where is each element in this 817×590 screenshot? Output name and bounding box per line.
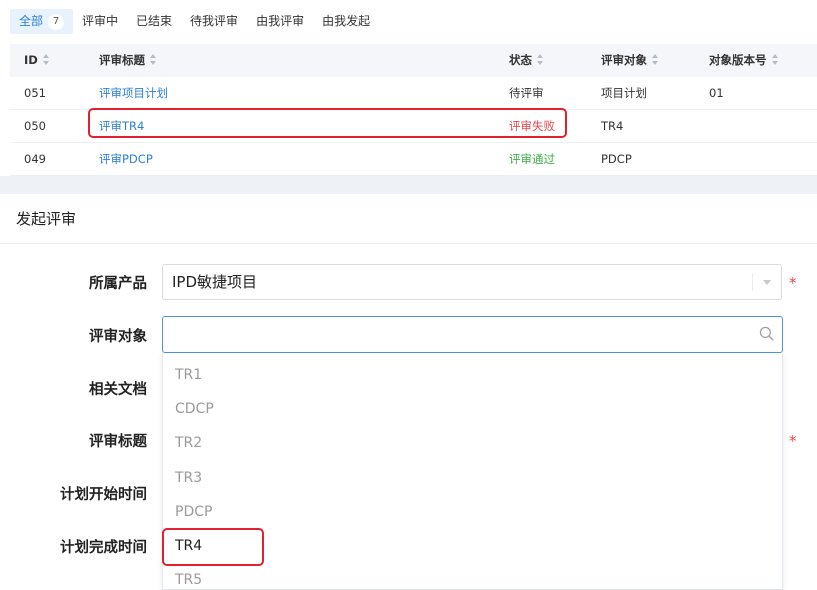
status-badge: 评审通过 (509, 152, 555, 166)
object-label: 评审对象 (89, 329, 147, 345)
sort-icon[interactable] (652, 54, 659, 65)
review-list-panel: 全部 7 评审中 已结束 待我评审 由我评审 由我发起 ID 评审标题 状态 评… (0, 0, 817, 176)
header-label: 评审对象 (601, 53, 647, 67)
dropdown-option[interactable]: TR2 (175, 433, 202, 453)
dropdown-option[interactable]: PDCP (175, 502, 212, 522)
tab-label: 评审中 (82, 14, 119, 28)
search-icon[interactable] (759, 326, 774, 341)
tab-reviewed-by-me[interactable]: 由我评审 (247, 9, 313, 34)
title-label: 评审标题 (89, 434, 147, 450)
plan-end-label: 计划完成时间 (60, 540, 147, 556)
header-label: 对象版本号 (709, 53, 767, 67)
dropdown-option[interactable]: TR3 (175, 468, 202, 488)
sort-icon[interactable] (42, 54, 50, 65)
select-separator (752, 273, 753, 291)
filter-tabs: 全部 7 评审中 已结束 待我评审 由我评审 由我发起 (10, 9, 379, 34)
column-header-status[interactable]: 状态 (509, 44, 544, 77)
tab-pending-me[interactable]: 待我评审 (181, 9, 247, 34)
table-row[interactable]: 049 评审PDCP 评审通过 PDCP (10, 143, 817, 176)
review-table: ID 评审标题 状态 评审对象 对象版本号 051 评审项目计划 待评审 项目计… (10, 44, 817, 176)
review-title-link[interactable]: 评审TR4 (99, 110, 144, 143)
product-label: 所属产品 (89, 276, 147, 292)
required-mark: * (789, 432, 797, 450)
review-title-link[interactable]: 评审项目计划 (99, 77, 168, 110)
header-label: 状态 (509, 53, 532, 67)
tab-label: 已结束 (136, 14, 173, 28)
cell-id: 050 (24, 119, 46, 133)
start-review-form: 发起评审 所属产品 IPD敏捷项目 * 评审对象 相关文档 评审标题 * 计划开… (0, 194, 817, 590)
cell-version: 01 (709, 86, 724, 100)
tab-label: 全部 (19, 14, 44, 28)
object-search-input[interactable] (162, 316, 783, 353)
product-select-value: IPD敏捷项目 (172, 273, 258, 291)
table-row[interactable]: 050 评审TR4 评审失败 TR4 (10, 110, 817, 143)
review-title-link[interactable]: 评审PDCP (99, 143, 153, 176)
docs-label: 相关文档 (89, 382, 147, 398)
tab-all[interactable]: 全部 7 (10, 9, 74, 34)
dropdown-option[interactable]: TR5 (175, 570, 202, 590)
status-badge: 评审失败 (509, 119, 555, 133)
tab-finished[interactable]: 已结束 (127, 9, 181, 34)
header-label: 评审标题 (99, 53, 145, 67)
table-row[interactable]: 051 评审项目计划 待评审 项目计划 01 (10, 77, 817, 110)
column-header-id[interactable]: ID (24, 44, 50, 77)
cell-id: 051 (24, 86, 46, 100)
object-dropdown-list: TR1 CDCP TR2 TR3 PDCP TR4 TR5 (162, 353, 783, 590)
required-mark: * (789, 274, 797, 292)
tab-in-review[interactable]: 评审中 (73, 9, 127, 34)
cell-id: 049 (24, 152, 46, 166)
dropdown-option[interactable]: CDCP (175, 399, 214, 419)
dropdown-option-tr4[interactable]: TR4 (175, 536, 202, 556)
tab-label: 由我发起 (322, 14, 371, 28)
sort-icon[interactable] (537, 54, 544, 65)
cell-object: 项目计划 (601, 86, 647, 100)
cell-object: TR4 (601, 119, 624, 133)
dropdown-option[interactable]: TR1 (175, 365, 202, 385)
sort-icon[interactable] (771, 54, 779, 65)
column-header-object[interactable]: 评审对象 (601, 44, 659, 77)
tab-label: 由我评审 (256, 14, 305, 28)
column-header-version[interactable]: 对象版本号 (709, 44, 779, 77)
table-header: ID 评审标题 状态 评审对象 对象版本号 (10, 44, 817, 77)
form-title: 发起评审 (16, 210, 77, 228)
column-header-title[interactable]: 评审标题 (99, 44, 157, 77)
product-select[interactable]: IPD敏捷项目 (162, 264, 782, 300)
sort-icon[interactable] (150, 54, 157, 65)
status-badge: 待评审 (509, 86, 544, 100)
cell-object: PDCP (601, 152, 632, 166)
tab-label: 待我评审 (190, 14, 239, 28)
tab-started-by-me[interactable]: 由我发起 (313, 9, 379, 34)
chevron-down-icon[interactable] (763, 280, 771, 285)
tab-count-badge: 7 (48, 13, 65, 30)
header-label: ID (24, 53, 38, 67)
divider (0, 243, 817, 244)
plan-start-label: 计划开始时间 (60, 487, 147, 503)
